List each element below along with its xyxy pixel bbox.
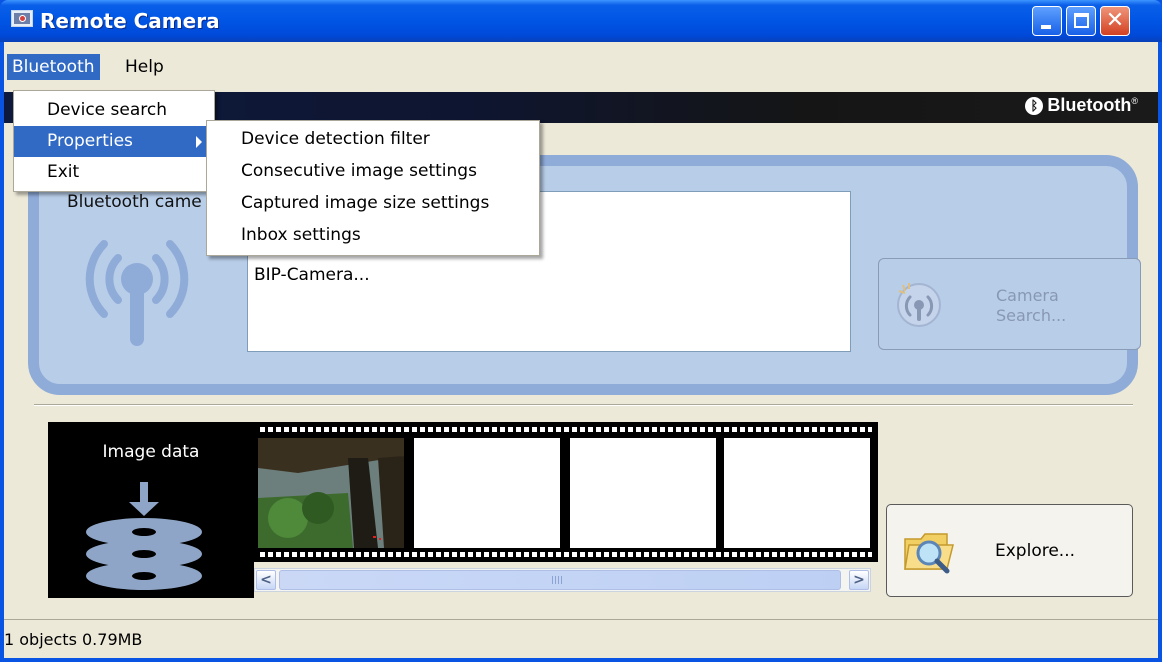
scroll-thumb[interactable] [279,570,841,590]
explore-button-label: Explore... [995,541,1076,561]
divider [34,404,1133,406]
bluetooth-logo: ᛒ Bluetooth® [1025,95,1138,116]
menu-bar: Bluetooth Help [4,42,1158,88]
download-stack-icon [86,482,202,590]
menu-item-device-search[interactable]: Device search [14,95,214,126]
sprocket-holes-bottom [260,552,872,557]
grip-icon [552,576,564,584]
submenu-item-inbox-settings[interactable]: Inbox settings [207,220,539,251]
search-button-line1: Camera [996,286,1059,305]
film-scrollbar[interactable]: < > [254,568,871,592]
close-button[interactable]: ✕ [1100,6,1130,36]
antenna-icon [85,240,189,346]
thumbnail-2[interactable] [414,438,560,548]
submenu-arrow-icon [196,136,202,148]
sprocket-holes-top [260,427,872,432]
search-button-line2: Search... [996,306,1067,325]
folder-search-icon [904,533,954,574]
minimize-button[interactable] [1032,6,1062,36]
menu-help[interactable]: Help [120,54,169,80]
camera-search-button[interactable]: Camera Search... [878,258,1141,350]
submenu-item-consecutive-image-settings[interactable]: Consecutive image settings [207,156,539,187]
camera-search-icon [897,283,941,327]
close-icon: ✕ [1105,8,1125,33]
device-list-item[interactable]: BIP-Camera... [254,265,370,285]
explore-button[interactable]: Explore... [886,504,1133,597]
scroll-left-icon[interactable]: < [256,570,276,590]
window-title: Remote Camera [40,9,220,33]
image-data-panel[interactable]: Image data [48,422,254,598]
camera-app-icon[interactable] [11,10,33,27]
menu-item-properties[interactable]: Properties [14,126,214,157]
thumbnail-1[interactable] [258,438,404,548]
menu-bluetooth[interactable]: Bluetooth [7,54,100,80]
submenu-item-device-detection-filter[interactable]: Device detection filter [207,124,539,155]
menu-item-exit[interactable]: Exit [14,157,214,188]
status-text: 1 objects 0.79MB [4,630,143,649]
camera-panel-label: Bluetooth came [67,192,202,212]
film-strip [254,422,878,562]
scroll-right-icon[interactable]: > [849,570,869,590]
maximize-button[interactable] [1066,6,1096,36]
status-bar: 1 objects 0.79MB [4,619,1158,658]
submenu-item-captured-image-size-settings[interactable]: Captured image size settings [207,188,539,219]
properties-submenu: Device detection filter Consecutive imag… [206,120,540,256]
thumbnail-4[interactable] [724,438,870,548]
menu-item-properties-label: Properties [47,131,133,151]
bluetooth-menu: Device search Properties Exit [13,90,215,192]
bluetooth-brand: Bluetooth [1047,95,1132,115]
title-bar[interactable]: Remote Camera ✕ [0,0,1162,42]
photo-thumbnail [258,438,404,548]
thumbnail-3[interactable] [570,438,716,548]
bluetooth-icon: ᛒ [1025,97,1044,115]
image-data-label: Image data [102,442,200,462]
